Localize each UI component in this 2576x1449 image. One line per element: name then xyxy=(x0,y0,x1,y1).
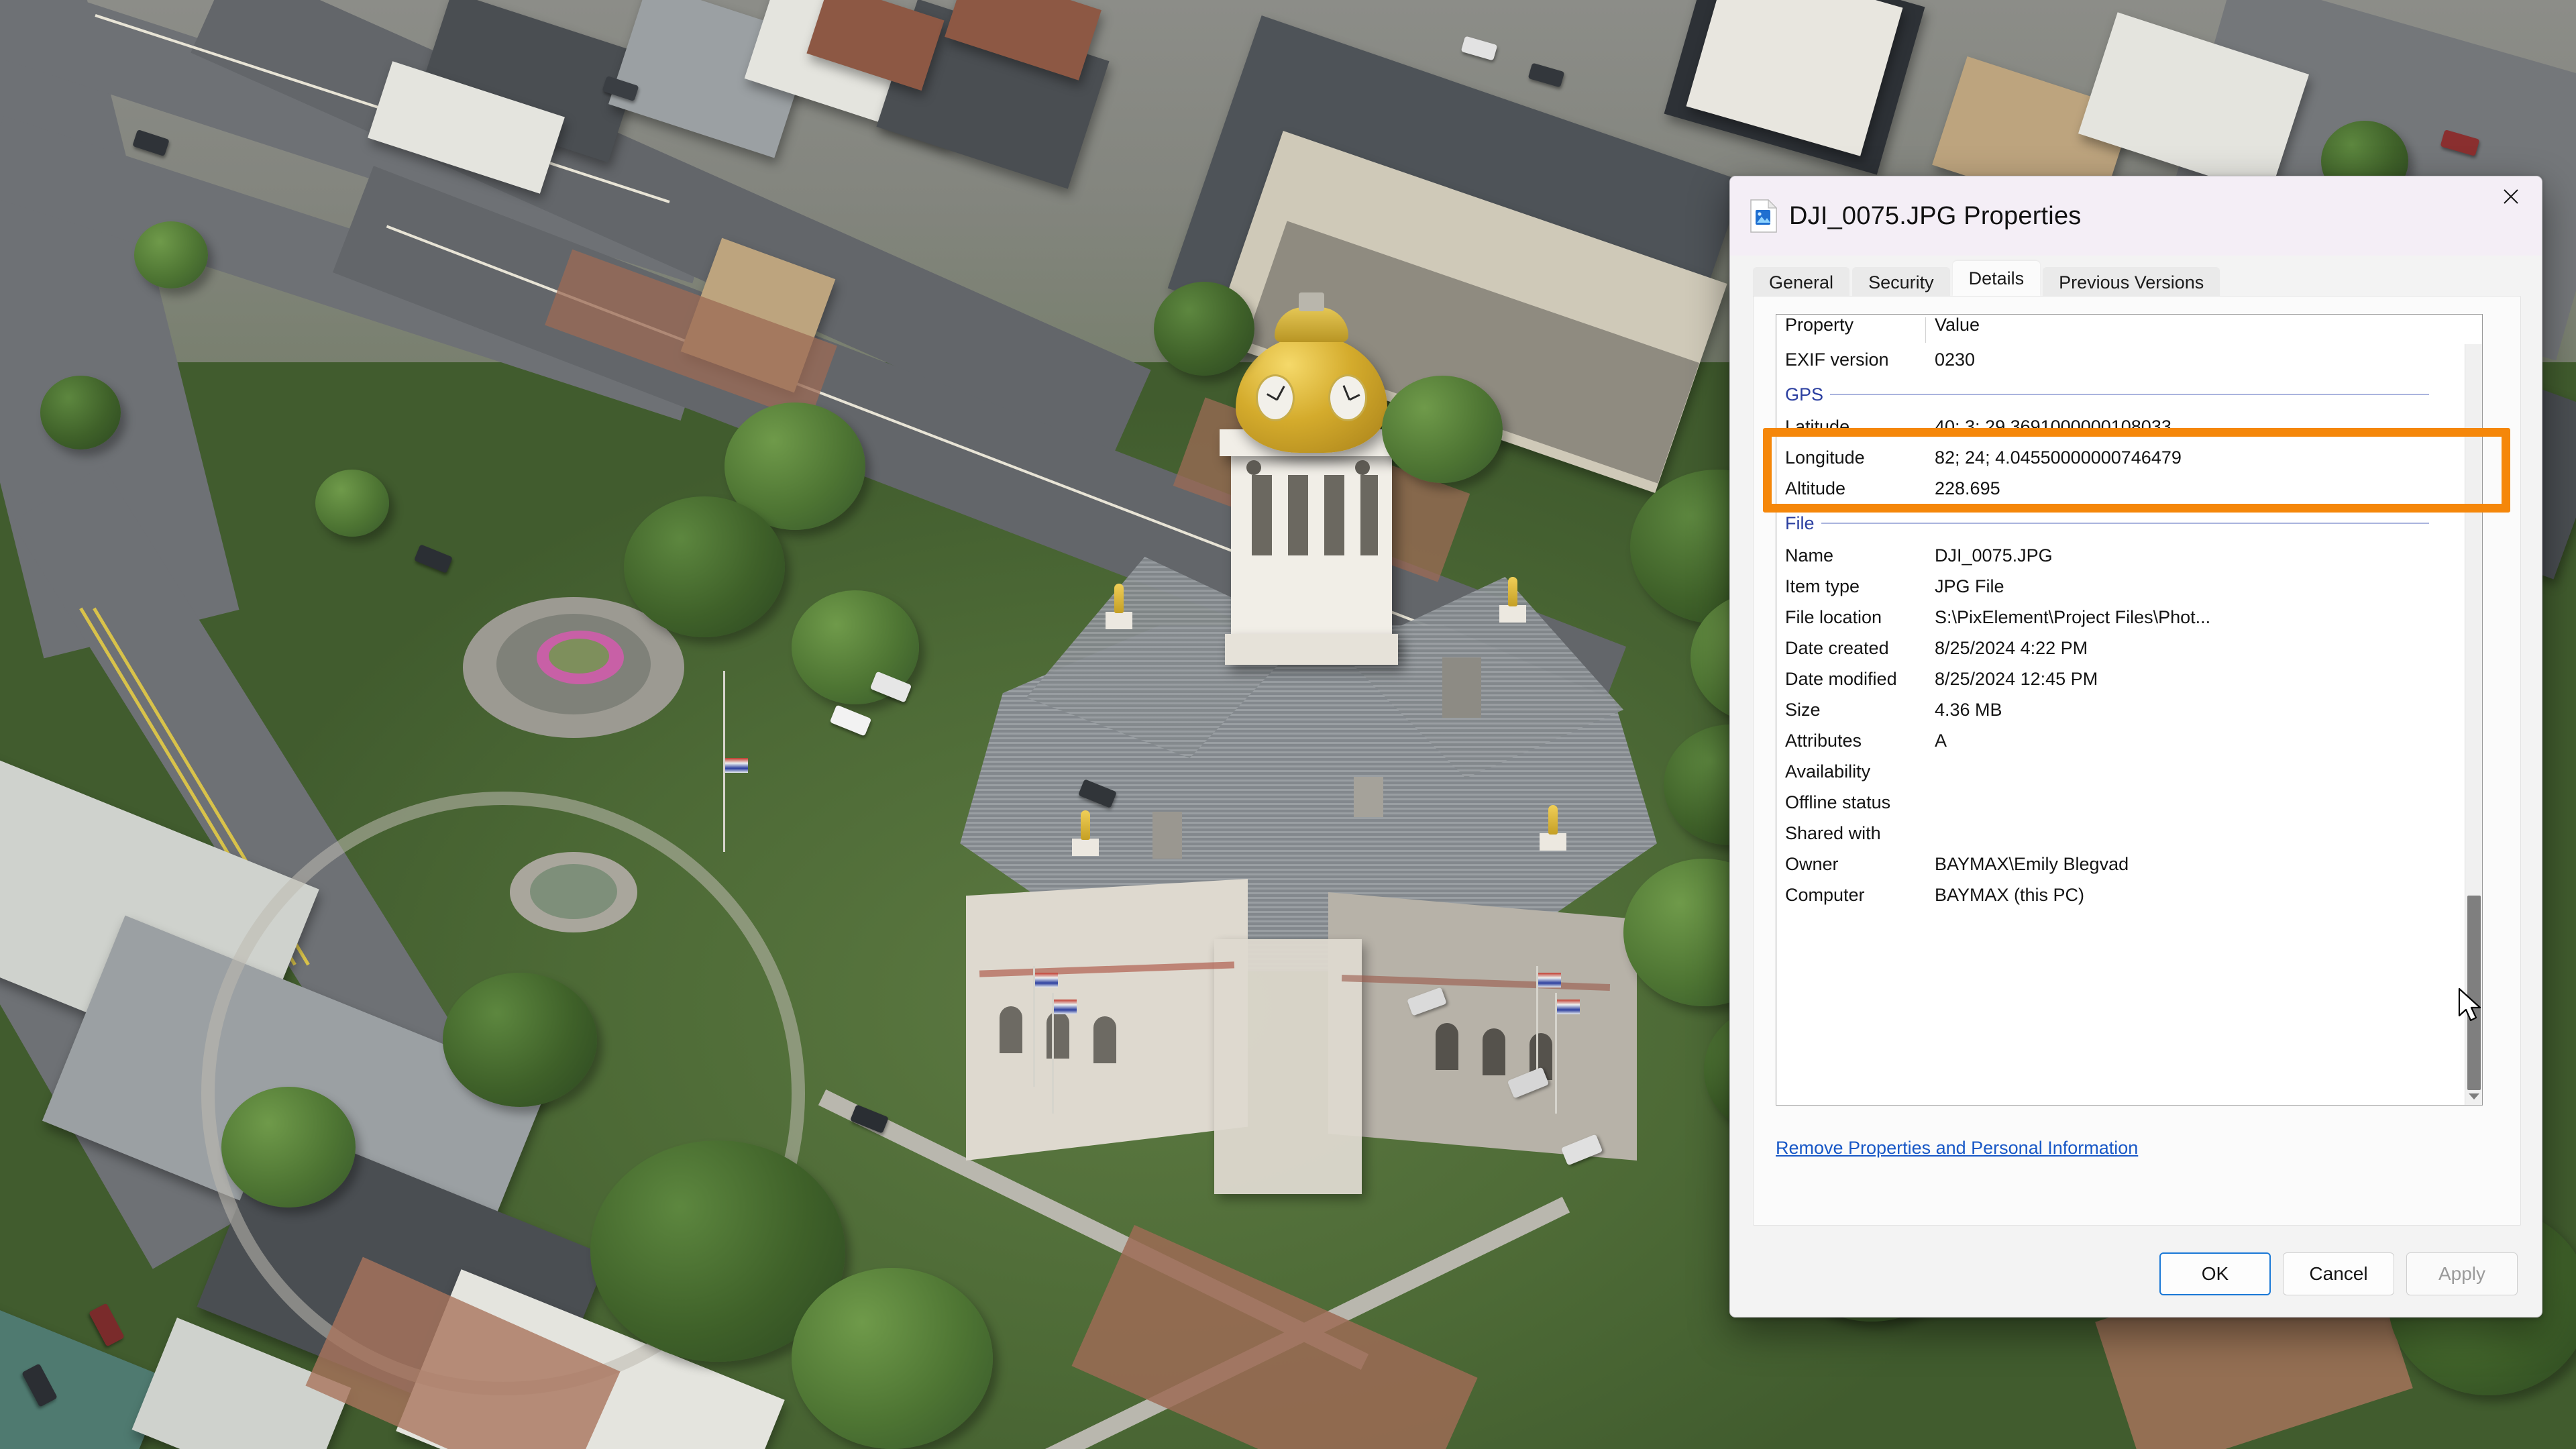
tab-label: Security xyxy=(1868,272,1934,293)
scrollbar-thumb[interactable] xyxy=(2467,896,2481,1090)
property-name: Date modified xyxy=(1776,669,1925,690)
scroll-down-button[interactable] xyxy=(2465,1087,2483,1105)
property-row[interactable]: Longitude82; 24; 4.04550000000746479 xyxy=(1776,442,2465,473)
property-name: Latitude xyxy=(1776,417,1925,437)
property-name: Longitude xyxy=(1776,447,1925,468)
column-divider xyxy=(1925,317,1926,343)
property-name: Item type xyxy=(1776,576,1925,597)
property-name: Computer xyxy=(1776,885,1925,906)
property-row[interactable]: File locationS:\PixElement\Project Files… xyxy=(1776,602,2465,633)
column-header-value: Value xyxy=(1925,315,1980,335)
property-value: DJI_0075.JPG xyxy=(1925,545,2053,566)
property-list-viewport: Digital Zoom1EXIF version0230GPSLatitude… xyxy=(1776,315,2465,1105)
property-row[interactable]: OwnerBAYMAX\Emily Blegvad xyxy=(1776,849,2465,879)
property-name: Availability xyxy=(1776,761,1925,782)
property-group-rule xyxy=(1821,523,2429,524)
property-group-gps: GPS xyxy=(1785,379,2429,410)
property-row[interactable]: Date modified8/25/2024 12:45 PM xyxy=(1776,663,2465,694)
property-value: A xyxy=(1925,731,1947,751)
property-name: Name xyxy=(1776,545,1925,566)
remove-properties-link[interactable]: Remove Properties and Personal Informati… xyxy=(1776,1138,2138,1159)
vertical-scrollbar[interactable] xyxy=(2465,315,2482,1105)
property-name: Size xyxy=(1776,700,1925,720)
property-value: 228.695 xyxy=(1925,478,2000,499)
apply-button-label: Apply xyxy=(2438,1263,2485,1285)
tab-label: General xyxy=(1769,272,1833,293)
close-icon xyxy=(2502,188,2520,205)
jpg-file-icon xyxy=(1750,199,1777,233)
property-group-label: GPS xyxy=(1785,384,1823,405)
property-row[interactable]: Altitude228.695 xyxy=(1776,473,2465,504)
properties-dialog: DJI_0075.JPG Properties General Security… xyxy=(1729,176,2542,1318)
tab-details[interactable]: Details xyxy=(1953,261,2041,296)
page-title: DJI_0075.JPG Properties xyxy=(1789,202,2081,231)
property-list[interactable]: Digital Zoom1EXIF version0230GPSLatitude… xyxy=(1776,314,2483,1106)
apply-button[interactable]: Apply xyxy=(2406,1252,2518,1295)
property-value: BAYMAX (this PC) xyxy=(1925,885,2084,906)
property-row[interactable]: Latitude40; 3; 29.3691000000108033 xyxy=(1776,411,2465,442)
property-value: 82; 24; 4.04550000000746479 xyxy=(1925,447,2182,468)
property-name: Shared with xyxy=(1776,823,1925,844)
property-name: Owner xyxy=(1776,854,1925,875)
close-button[interactable] xyxy=(2480,176,2542,217)
property-row[interactable]: Availability xyxy=(1776,756,2465,787)
property-name: Altitude xyxy=(1776,478,1925,499)
property-value: 0230 xyxy=(1925,350,1975,370)
property-value: 40; 3; 29.3691000000108033 xyxy=(1925,417,2171,437)
property-group-file: File xyxy=(1785,508,2429,539)
property-row[interactable]: Item typeJPG File xyxy=(1776,571,2465,602)
courthouse xyxy=(926,295,1717,1194)
tab-strip: General Security Details Previous Versio… xyxy=(1753,261,2542,296)
property-row[interactable]: Size4.36 MB xyxy=(1776,694,2465,725)
property-row[interactable]: AttributesA xyxy=(1776,725,2465,756)
property-value: S:\PixElement\Project Files\Phot... xyxy=(1925,607,2210,628)
tab-general[interactable]: General xyxy=(1753,267,1849,298)
property-value: 8/25/2024 12:45 PM xyxy=(1925,669,2098,690)
property-value: BAYMAX\Emily Blegvad xyxy=(1925,854,2129,875)
property-row[interactable]: NameDJI_0075.JPG xyxy=(1776,540,2465,571)
ok-button[interactable]: OK xyxy=(2159,1252,2271,1295)
property-row[interactable]: EXIF version0230 xyxy=(1776,344,2465,375)
column-header-property: Property xyxy=(1776,315,1925,335)
property-name: Offline status xyxy=(1776,792,1925,813)
details-tab-pane: Digital Zoom1EXIF version0230GPSLatitude… xyxy=(1753,296,2521,1226)
chevron-down-icon xyxy=(2469,1093,2479,1099)
property-value: 4.36 MB xyxy=(1925,700,2002,720)
property-row[interactable]: Offline status xyxy=(1776,787,2465,818)
tab-previous-versions[interactable]: Previous Versions xyxy=(2043,267,2220,298)
property-row[interactable]: Shared with xyxy=(1776,818,2465,849)
property-list-header: Property Value xyxy=(1776,315,2482,344)
property-name: Attributes xyxy=(1776,731,1925,751)
property-row[interactable]: ComputerBAYMAX (this PC) xyxy=(1776,879,2465,910)
tab-security[interactable]: Security xyxy=(1852,267,1950,298)
property-group-rule xyxy=(1830,394,2429,395)
property-name: EXIF version xyxy=(1776,350,1925,370)
cancel-button[interactable]: Cancel xyxy=(2283,1252,2394,1295)
property-list-rows: Digital Zoom1EXIF version0230GPSLatitude… xyxy=(1776,328,2465,910)
cancel-button-label: Cancel xyxy=(2309,1263,2367,1285)
property-value: 8/25/2024 4:22 PM xyxy=(1925,638,2088,659)
tab-label: Previous Versions xyxy=(2059,272,2204,293)
property-name: File location xyxy=(1776,607,1925,628)
property-row[interactable]: Date created8/25/2024 4:22 PM xyxy=(1776,633,2465,663)
tab-label: Details xyxy=(1969,268,2025,289)
property-name: Date created xyxy=(1776,638,1925,659)
property-value: JPG File xyxy=(1925,576,2004,597)
dialog-titlebar[interactable]: DJI_0075.JPG Properties xyxy=(1730,176,2542,256)
ok-button-label: OK xyxy=(2202,1263,2229,1285)
property-group-label: File xyxy=(1785,513,1815,534)
dialog-button-bar: OK Cancel Apply xyxy=(1730,1231,2542,1317)
